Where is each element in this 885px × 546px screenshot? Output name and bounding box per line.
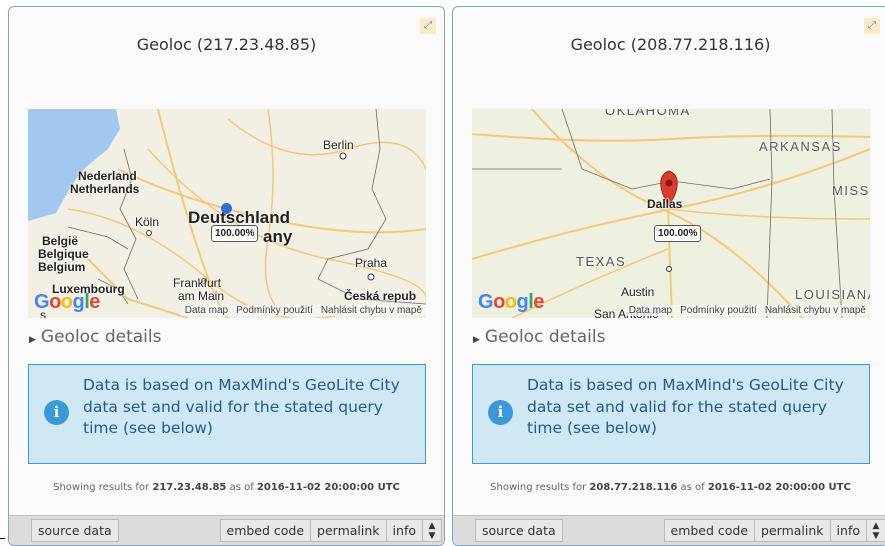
sea-area	[28, 109, 120, 221]
showing-results-text: Showing results for 208.77.218.116 as of…	[490, 482, 851, 493]
resource-value: 208.77.218.116	[589, 482, 678, 493]
embed-code-button[interactable]: embed code	[663, 519, 756, 542]
disclosure-triangle-icon: ▶	[473, 335, 480, 345]
geoloc-details-toggle[interactable]: ▶ Geoloc details	[29, 327, 161, 347]
embed-code-button[interactable]: embed code	[219, 519, 312, 542]
geoloc-widget: ⤢ Geoloc (217.23.48.85) Nederland Nether…	[8, 6, 445, 546]
map-label: België	[42, 234, 79, 248]
percent-label: 100.00%	[654, 225, 702, 242]
map-label: Netherlands	[70, 182, 140, 196]
notice-text: Data is based on MaxMind's GeoLite City …	[83, 376, 400, 437]
map-attribution: Data map Podmínky použití Nahlásit chybu…	[180, 305, 426, 316]
widget-toolbar: source data embed code permalink info ▲ ▼	[453, 515, 885, 545]
map-label: LOUISIANA	[795, 287, 870, 302]
map-view[interactable]: OKLAHOMA ARKANSAS MISS Dallas TEXAS Aust…	[472, 109, 870, 318]
widget-title: Geoloc (208.77.218.116)	[570, 35, 771, 54]
geoloc-widget: ⤢ Geoloc (208.77.218.116) OKLAHOMA ARKAN…	[452, 6, 885, 546]
city-marker	[146, 230, 152, 236]
info-notice: i Data is based on MaxMind's GeoLite Cit…	[472, 364, 870, 464]
time-value: 2016-11-02 20:00:00 UTC	[256, 482, 400, 493]
map-attribution: Data map Podmínky použití Nahlásit chybu…	[624, 305, 870, 316]
spinner-arrows-icon[interactable]: ▲ ▼	[866, 519, 885, 542]
disclosure-triangle-icon: ▶	[29, 335, 36, 345]
city-marker	[367, 273, 375, 281]
map-label: ARKANSAS	[759, 139, 842, 154]
resource-value: 217.23.48.85	[152, 482, 227, 493]
map-label: MISS	[832, 183, 870, 198]
attribution-report-link[interactable]: Nahlásit chybu v mapě	[321, 305, 422, 316]
showing-results-text: Showing results for 217.23.48.85 as of 2…	[53, 482, 400, 493]
info-icon: i	[44, 400, 69, 425]
map-label: Frankfurt	[173, 276, 222, 290]
attribution-report-link[interactable]: Nahlásit chybu v mapě	[765, 305, 866, 316]
details-label: Geoloc details	[484, 327, 606, 347]
map-label: Česká repub	[344, 289, 417, 303]
map-label: Praha	[355, 256, 388, 270]
map-label: Belgique	[38, 247, 89, 261]
map-label: Austin	[621, 285, 655, 299]
map-label: Köln	[135, 215, 160, 229]
pin-center	[665, 179, 673, 187]
notice-text: Data is based on MaxMind's GeoLite City …	[527, 376, 844, 437]
source-data-button[interactable]: source data	[475, 519, 563, 542]
info-button[interactable]: info	[385, 519, 423, 542]
percent-label: 100.00%	[211, 225, 259, 242]
location-marker-dot[interactable]	[221, 203, 232, 214]
map-label: Belgium	[38, 260, 86, 274]
permalink-button[interactable]: permalink	[310, 519, 387, 542]
map-label: Nederland	[78, 169, 137, 183]
expand-icon[interactable]: ⤢	[864, 18, 880, 34]
city-marker	[339, 152, 347, 160]
info-icon: i	[488, 400, 513, 425]
attribution-data-link[interactable]: Data map	[629, 305, 672, 316]
city-marker	[666, 266, 672, 272]
attribution-data-link[interactable]: Data map	[185, 305, 228, 316]
details-label: Geoloc details	[40, 327, 162, 347]
permalink-button[interactable]: permalink	[754, 519, 831, 542]
attribution-terms-link[interactable]: Podmínky použití	[680, 305, 757, 316]
google-logo[interactable]: Google	[34, 291, 100, 314]
map-view[interactable]: Nederland Netherlands België Belgique Be…	[28, 109, 426, 318]
map-label: any	[263, 227, 293, 246]
spinner-arrows-icon[interactable]: ▲ ▼	[422, 519, 442, 542]
map-label: OKLAHOMA	[605, 109, 691, 118]
map-label: Berlin	[323, 138, 354, 152]
expand-icon[interactable]: ⤢	[420, 18, 436, 34]
widget-title: Geoloc (217.23.48.85)	[136, 35, 317, 54]
page-corner-mark	[0, 538, 5, 539]
source-data-button[interactable]: source data	[31, 519, 119, 542]
info-notice: i Data is based on MaxMind's GeoLite Cit…	[28, 364, 426, 464]
map-label: TEXAS	[576, 254, 627, 269]
info-button[interactable]: info	[829, 519, 867, 542]
google-logo[interactable]: Google	[478, 291, 544, 314]
geoloc-details-toggle[interactable]: ▶ Geoloc details	[473, 327, 605, 347]
time-value: 2016-11-02 20:00:00 UTC	[707, 482, 851, 493]
attribution-terms-link[interactable]: Podmínky použití	[236, 305, 313, 316]
map-label: am Main	[178, 289, 225, 303]
map-label: Dallas	[647, 197, 683, 211]
widget-toolbar: source data embed code permalink info ▲ ▼	[9, 515, 444, 545]
